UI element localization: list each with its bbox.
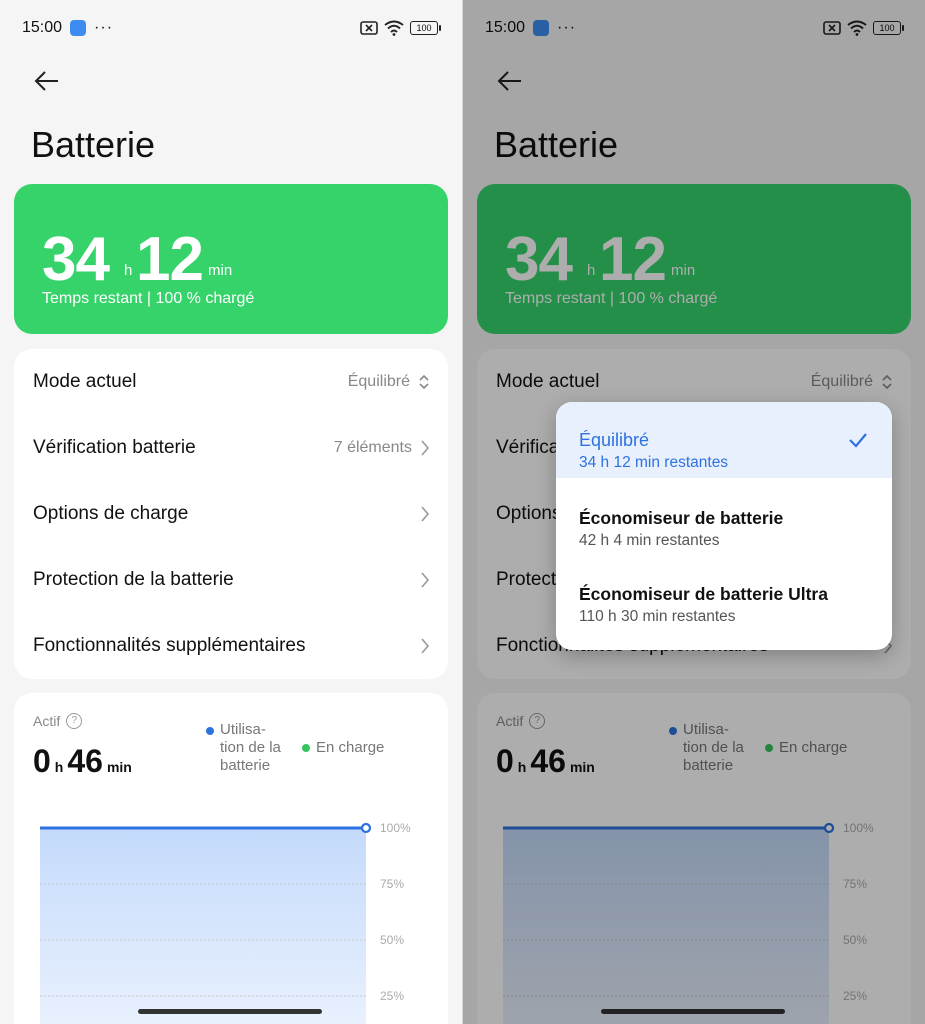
mode-option-ultra-saver[interactable]: Économiseur de batterie Ultra 110 h 30 m… bbox=[556, 564, 892, 640]
chevron-right-icon bbox=[421, 572, 430, 588]
current-mode-value: Équilibré bbox=[347, 373, 410, 390]
no-sim-icon bbox=[360, 21, 378, 35]
checkmark-icon bbox=[849, 433, 867, 448]
mode-option-balanced[interactable]: Équilibré 34 h 12 min restantes bbox=[556, 402, 892, 478]
mode-option-title: Économiseur de batterie Ultra bbox=[579, 584, 828, 604]
wifi-icon bbox=[384, 20, 404, 36]
usage-card: Actif ? 0 h 46 min Utilisa-tion de la batte… bbox=[14, 693, 448, 1024]
y-tick-label: 25% bbox=[380, 989, 405, 1003]
chevron-right-icon bbox=[421, 638, 430, 654]
help-icon[interactable]: ? bbox=[66, 713, 83, 729]
hero-hours-unit: h bbox=[124, 262, 133, 279]
charge-options-label: Options de charge bbox=[33, 503, 189, 524]
legend-usage: Utilisa-tion de la batterie bbox=[206, 721, 290, 775]
status-bar: 15:00 ··· 100 bbox=[22, 18, 441, 38]
extra-features-row[interactable]: Fonctionnalités supplémentaires bbox=[33, 613, 430, 679]
mode-option-subtitle: 110 h 30 min restantes bbox=[579, 608, 736, 625]
updown-chevron-icon bbox=[419, 374, 429, 390]
legend-usage-label: Utilisa-tion de la batterie bbox=[220, 721, 281, 774]
page-title: Batterie bbox=[31, 124, 156, 165]
current-mode-label: Mode actuel bbox=[33, 371, 137, 392]
mode-dropdown-menu: Équilibré 34 h 12 min restantes Économis… bbox=[556, 402, 892, 650]
status-time: 15:00 bbox=[22, 19, 63, 36]
home-indicator[interactable] bbox=[138, 1009, 322, 1014]
battery-check-row[interactable]: Vérification batterie 7 éléments bbox=[33, 415, 430, 481]
y-tick-label: 75% bbox=[380, 877, 405, 891]
y-tick-label: 100% bbox=[380, 821, 411, 835]
mode-option-title: Économiseur de batterie bbox=[579, 508, 784, 528]
active-hours: 0 bbox=[33, 743, 51, 779]
more-notifications-icon: ··· bbox=[94, 19, 114, 36]
mode-option-subtitle: 42 h 4 min restantes bbox=[579, 532, 720, 549]
active-label: Actif bbox=[33, 713, 61, 729]
chevron-right-icon bbox=[421, 440, 430, 456]
battery-check-value: 7 éléments bbox=[333, 439, 412, 456]
legend-charge-label: En charge bbox=[316, 739, 385, 756]
hero-hours: 34 bbox=[42, 225, 110, 294]
legend-charge: En charge bbox=[302, 739, 384, 756]
battery-protection-label: Protection de la batterie bbox=[33, 569, 234, 590]
active-duration: 0 h 46 min bbox=[33, 743, 136, 780]
chevron-right-icon bbox=[421, 506, 430, 522]
current-mode-row[interactable]: Mode actuel Équilibré bbox=[33, 349, 430, 415]
hero-minutes: 12 bbox=[136, 225, 204, 294]
remaining-time-card: 34 h 12 min Temps restant | 100 % chargé bbox=[14, 184, 448, 334]
legend-usage-dot bbox=[206, 727, 214, 735]
mode-option-title: Équilibré bbox=[579, 430, 650, 450]
usage-area bbox=[40, 828, 366, 1024]
battery-icon: 100 bbox=[410, 21, 441, 35]
hero-subtitle: Temps restant | 100 % chargé bbox=[42, 290, 255, 307]
legend-charge-dot bbox=[302, 743, 310, 752]
active-label-row: Actif ? bbox=[33, 713, 83, 729]
mode-option-subtitle: 34 h 12 min restantes bbox=[579, 454, 729, 471]
extra-features-label: Fonctionnalités supplémentaires bbox=[33, 635, 306, 656]
usage-chart: 100% 75% 50% 25% bbox=[14, 813, 448, 1024]
hero-minutes-unit: min bbox=[208, 262, 233, 279]
mode-option-battery-saver[interactable]: Économiseur de batterie 42 h 4 min resta… bbox=[556, 488, 892, 564]
settings-card: Mode actuel Équilibré Vérification batte… bbox=[14, 349, 448, 679]
back-arrow-icon[interactable] bbox=[30, 64, 64, 98]
charge-options-row[interactable]: Options de charge bbox=[33, 481, 430, 547]
usage-end-point bbox=[360, 822, 372, 834]
y-tick-label: 50% bbox=[380, 933, 405, 947]
active-minutes-unit: min bbox=[106, 759, 132, 775]
app-notification-icon bbox=[70, 20, 87, 36]
battery-check-label: Vérification batterie bbox=[33, 437, 196, 458]
battery-screen: 15:00 ··· 100 Batterie 34 h 12 min Temps… bbox=[0, 0, 462, 1024]
battery-protection-row[interactable]: Protection de la batterie bbox=[33, 547, 430, 613]
active-minutes: 46 bbox=[67, 743, 103, 779]
active-hours-unit: h bbox=[54, 759, 64, 775]
